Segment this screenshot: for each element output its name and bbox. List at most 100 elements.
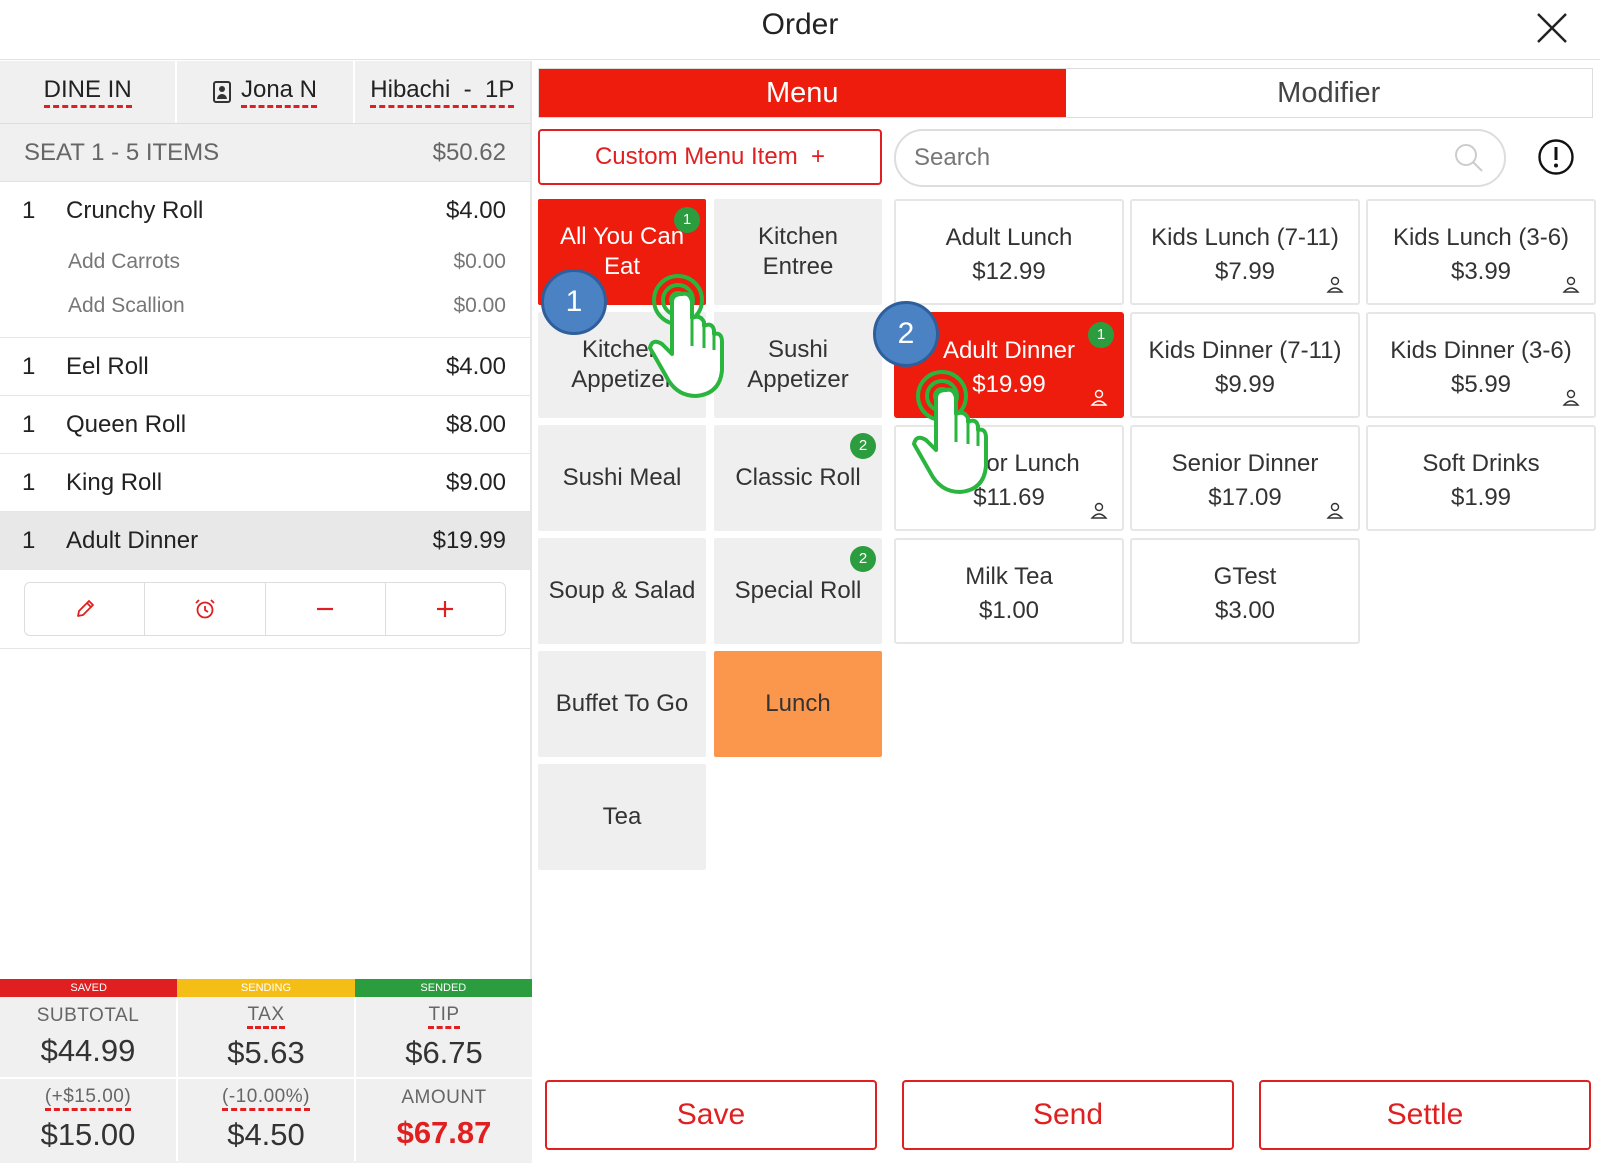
- send-button[interactable]: Send: [902, 1080, 1234, 1150]
- menu-item-name: Kids Dinner (3-6): [1390, 337, 1572, 364]
- alarm-icon: [195, 599, 215, 619]
- count-badge: 1: [1088, 322, 1114, 348]
- order-item-list: 1 Crunchy Roll $4.00 Add Carrots $0.00 A…: [0, 182, 530, 649]
- category-label: Sushi Appetizer: [747, 336, 849, 393]
- modifier-price: $0.00: [453, 250, 506, 273]
- item-modifier[interactable]: Add Carrots $0.00: [0, 240, 530, 284]
- menu-item[interactable]: Kids Lunch (7-11) $7.99: [1130, 199, 1360, 305]
- plus-icon: [437, 601, 454, 617]
- service-charge-cell[interactable]: (+$15.00) $15.00: [0, 1079, 178, 1161]
- menu-item[interactable]: Milk Tea $1.00: [894, 538, 1124, 644]
- table-tab[interactable]: Hibachi - 1P: [355, 61, 530, 123]
- status-sended: SENDED: [354, 979, 532, 997]
- timer-button[interactable]: [145, 583, 266, 635]
- send-status-bar: SAVED SENDING SENDED: [0, 979, 532, 997]
- category-label: Tea: [602, 803, 642, 830]
- item-action-bar: [24, 582, 506, 636]
- menu-item[interactable]: GTest $3.00: [1130, 538, 1360, 644]
- category-soup-salad[interactable]: Soup & Salad: [538, 538, 706, 644]
- menu-item[interactable]: Soft Drinks $1.99: [1366, 425, 1596, 531]
- menu-item-name: Kids Dinner (7-11): [1148, 337, 1342, 364]
- category-kitchen-entree[interactable]: Kitchen Entree: [714, 199, 882, 305]
- tab-modifier[interactable]: Modifier: [1066, 69, 1593, 117]
- tab-menu[interactable]: Menu: [539, 69, 1066, 117]
- category-label: Classic Roll: [735, 464, 861, 491]
- category-lunch[interactable]: Lunch: [714, 651, 882, 757]
- menu-item-price: $1.00: [978, 597, 1040, 624]
- item-qty: 1: [22, 197, 36, 224]
- save-button[interactable]: Save: [545, 1080, 877, 1150]
- service-charge-label: (+$15.00): [44, 1087, 132, 1111]
- badge-icon: [212, 81, 231, 103]
- item-price: $8.00: [445, 410, 506, 438]
- item-price: $19.99: [432, 526, 506, 554]
- modifier-price: $0.00: [453, 294, 506, 317]
- category-label: Lunch: [765, 690, 831, 717]
- discount-cell[interactable]: (-10.00%) $4.50: [178, 1079, 356, 1161]
- settle-button[interactable]: Settle: [1259, 1080, 1591, 1150]
- seat-header[interactable]: SEAT 1 - 5 ITEMS $50.62: [0, 124, 530, 182]
- tax-cell[interactable]: TAX $5.63: [178, 997, 356, 1077]
- menu-item[interactable]: Kids Dinner (7-11) $9.99: [1130, 312, 1360, 418]
- item-price: $9.00: [445, 468, 506, 496]
- tip-value: $6.75: [405, 1035, 483, 1070]
- divider: [0, 328, 530, 338]
- dine-in-tab[interactable]: DINE IN: [0, 61, 178, 123]
- order-item[interactable]: 1 Eel Roll $4.00: [0, 338, 530, 396]
- info-icon[interactable]: [1537, 138, 1575, 176]
- search-box: [894, 129, 1506, 187]
- category-label: Soup & Salad: [548, 577, 696, 604]
- close-icon[interactable]: [1532, 8, 1572, 48]
- item-modifier[interactable]: Add Scallion $0.00: [0, 284, 530, 328]
- item-price: $4.00: [445, 352, 506, 380]
- category-sushi-appetizer[interactable]: Sushi Appetizer: [714, 312, 882, 418]
- edit-button[interactable]: [25, 583, 146, 635]
- menu-item[interactable]: Kids Lunch (3-6) $3.99: [1366, 199, 1596, 305]
- category-label: Buffet To Go: [555, 690, 689, 717]
- category-classic-roll[interactable]: Classic Roll 2: [714, 425, 882, 531]
- server-tab[interactable]: Jona N: [177, 61, 355, 123]
- subtotal-label: SUBTOTAL: [36, 1005, 140, 1026]
- menu-item-price: $3.99: [1450, 258, 1512, 285]
- person-icon: [1326, 502, 1344, 519]
- menu-item-name: Adult Lunch: [945, 224, 1073, 251]
- tip-label: TIP: [428, 1005, 460, 1029]
- search-icon[interactable]: [1452, 141, 1486, 175]
- menu-item-price: $7.99: [1214, 258, 1276, 285]
- amount-label: AMOUNT: [401, 1087, 487, 1108]
- category-buffet-to-go[interactable]: Buffet To Go: [538, 651, 706, 757]
- item-name: Eel Roll: [66, 352, 149, 380]
- menu-item[interactable]: Senior Dinner $17.09: [1130, 425, 1360, 531]
- server-label: Jona N: [240, 76, 318, 108]
- item-name: King Roll: [66, 468, 163, 496]
- menu-item[interactable]: Kids Dinner (3-6) $5.99: [1366, 312, 1596, 418]
- custom-menu-item-button[interactable]: Custom Menu Item +: [538, 129, 882, 185]
- item-qty: 1: [22, 468, 36, 496]
- order-item[interactable]: 1 Crunchy Roll $4.00: [0, 182, 530, 240]
- top-bar: Order: [0, 0, 1600, 60]
- order-item[interactable]: 1 Queen Roll $8.00: [0, 396, 530, 454]
- menu-item[interactable]: Adult Lunch $12.99: [894, 199, 1124, 305]
- person-icon: [1326, 276, 1344, 293]
- item-name: Queen Roll: [66, 410, 187, 438]
- search-input[interactable]: [914, 144, 1452, 172]
- status-sending: SENDING: [177, 979, 355, 997]
- category-sushi-meal[interactable]: Sushi Meal: [538, 425, 706, 531]
- order-item[interactable]: 1 King Roll $9.00: [0, 454, 530, 512]
- dine-in-label: DINE IN: [43, 76, 132, 108]
- menu-modifier-segment: Menu Modifier: [538, 68, 1593, 118]
- count-badge: 1: [674, 207, 700, 233]
- pencil-icon: [76, 600, 94, 617]
- tax-value: $5.63: [227, 1035, 305, 1070]
- tip-cell[interactable]: TIP $6.75: [356, 997, 532, 1077]
- order-item-selected[interactable]: 1 Adult Dinner $19.99: [0, 512, 530, 570]
- tap-hand-icon: [648, 274, 724, 398]
- table-label: Hibachi - 1P: [370, 76, 515, 108]
- item-qty: 1: [22, 526, 36, 554]
- decrease-button[interactable]: [266, 583, 386, 635]
- increase-button[interactable]: [386, 583, 505, 635]
- category-special-roll[interactable]: Special Roll 2: [714, 538, 882, 644]
- person-icon: [1562, 389, 1580, 406]
- category-tea[interactable]: Tea: [538, 764, 706, 870]
- item-name: Adult Dinner: [66, 526, 199, 554]
